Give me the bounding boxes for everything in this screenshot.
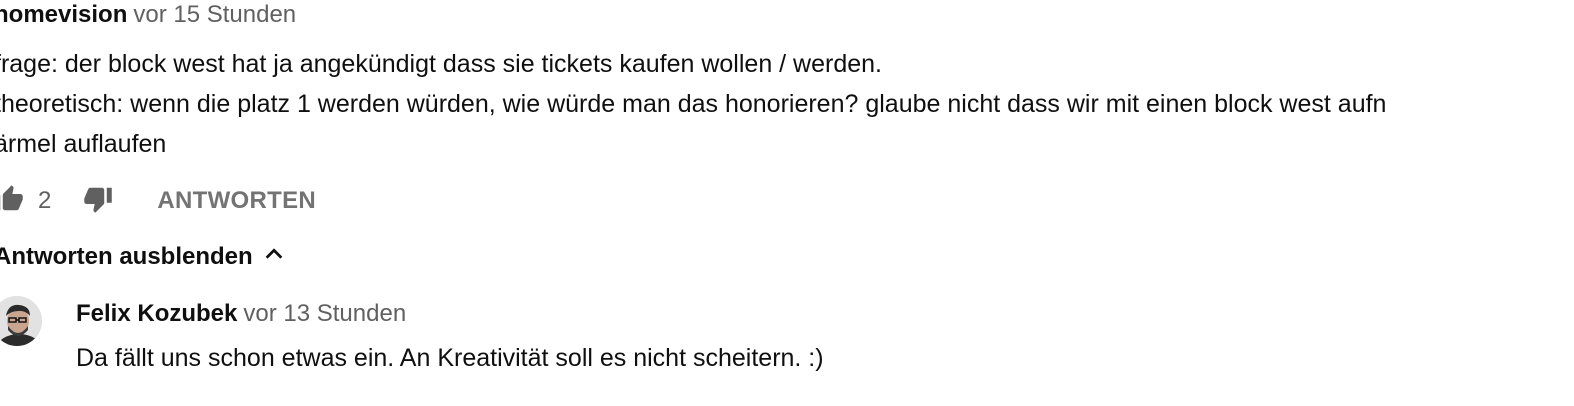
like-count: 2 <box>38 187 52 214</box>
chevron-up-icon <box>263 243 285 272</box>
comment-author[interactable]: homevision <box>0 1 127 28</box>
toggle-replies-label: Antworten ausblenden <box>0 243 253 270</box>
thumbs-down-icon[interactable] <box>83 184 113 219</box>
comment-timestamp[interactable]: vor 15 Stunden <box>133 1 296 28</box>
reply-text: Da fällt uns schon etwas ein. An Kreativ… <box>76 344 824 372</box>
reply-item: Felix Kozubek vor 13 Stunden Da fällt uns… <box>0 296 1574 396</box>
thumbs-up-icon[interactable] <box>0 184 24 219</box>
toggle-replies-button[interactable]: Antworten ausblenden <box>0 240 285 274</box>
avatar[interactable] <box>0 296 42 346</box>
comment-actions: 2 ANTWORTEN <box>0 181 316 221</box>
comment-text: frage: der block west hat ja angekündigt… <box>0 50 1387 158</box>
reply-button[interactable]: ANTWORTEN <box>157 187 316 215</box>
comment-header: homevision vor 15 Stunden <box>0 0 296 30</box>
reply-header: Felix Kozubek vor 13 Stunden <box>76 299 406 329</box>
reply-author[interactable]: Felix Kozubek <box>76 300 237 327</box>
reply-timestamp[interactable]: vor 13 Stunden <box>243 300 406 327</box>
